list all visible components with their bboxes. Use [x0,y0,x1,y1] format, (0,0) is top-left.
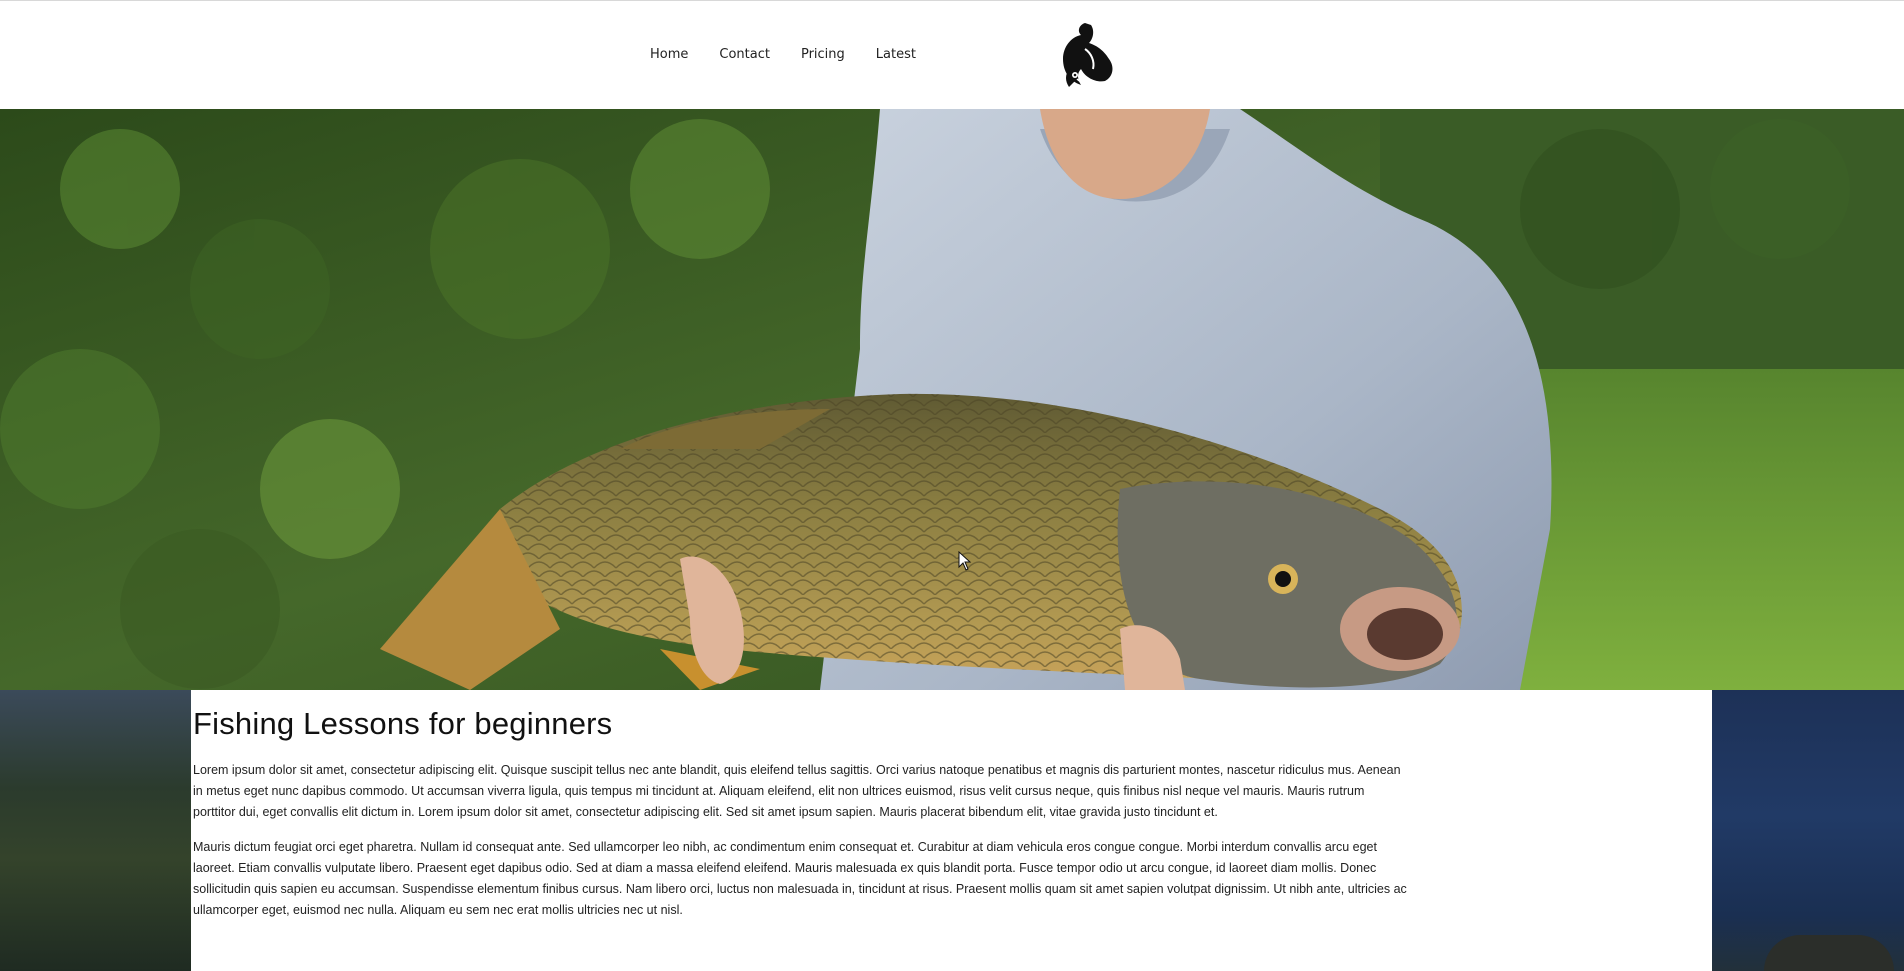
body-paragraph-1: Lorem ipsum dolor sit amet, consectetur … [193,763,1401,819]
hero-image [0,109,1904,690]
nav-link-pricing[interactable]: Pricing [801,47,845,62]
background-landscape-left [0,690,191,971]
background-lake-right [1712,690,1904,971]
body-paragraph-2: Mauris dictum feugiat orci eget pharetra… [193,840,1407,917]
carp-photo-illustration [0,109,1904,690]
main-content: Fishing Lessons for beginners Lorem ipsu… [191,690,1712,971]
fish-logo-icon[interactable] [1055,19,1117,91]
page: Home Contact Pricing Latest Fishing Less… [0,0,1904,971]
nav-link-latest[interactable]: Latest [876,47,916,62]
nav-link-home[interactable]: Home [650,47,688,62]
background-rock [1764,935,1894,971]
main-nav: Home Contact Pricing Latest [650,47,947,62]
mouse-cursor-icon [958,551,972,571]
page-title: Fishing Lessons for beginners [193,706,613,741]
nav-link-contact[interactable]: Contact [719,47,770,62]
site-header: Home Contact Pricing Latest [0,0,1904,109]
